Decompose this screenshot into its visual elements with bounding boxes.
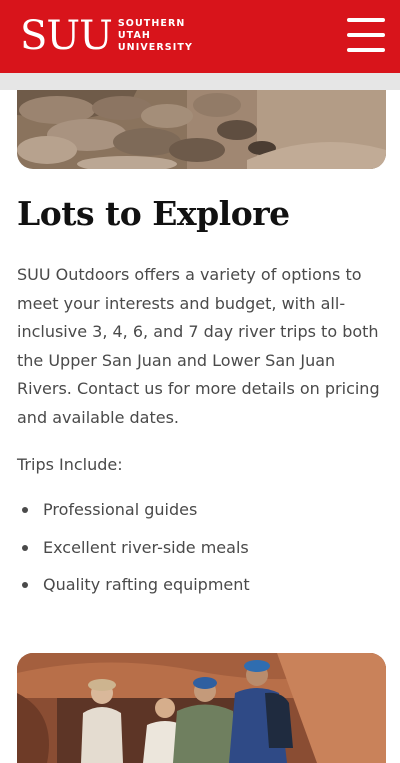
list-item-text: Excellent river-side meals bbox=[43, 537, 249, 557]
bullet-icon bbox=[22, 507, 28, 513]
intro-paragraph: SUU Outdoors offers a variety of options… bbox=[17, 265, 380, 427]
logo-line-utah: UTAH bbox=[117, 30, 151, 41]
list-item-text: Quality rafting equipment bbox=[43, 575, 250, 594]
bullet-icon bbox=[22, 544, 28, 551]
logo-wordmark: SOUTHERN UTAH UNIVERSITY bbox=[118, 18, 193, 54]
logo-line-southern: SOUTHERN bbox=[117, 18, 186, 29]
suu-logo[interactable]: SUU SOUTHERN UTAH UNIVERSITY bbox=[20, 14, 193, 58]
list-item-text: Professional guides bbox=[43, 500, 198, 519]
trips-include-list: Professional guides Excellent river-side… bbox=[17, 496, 250, 609]
menu-bar-middle bbox=[347, 33, 385, 37]
trips-include-label: Trips Include: bbox=[17, 455, 123, 474]
river-rocks-image bbox=[17, 90, 386, 169]
bullet-icon bbox=[22, 582, 28, 588]
hamburger-menu-icon[interactable] bbox=[347, 18, 385, 52]
list-item: Professional guides bbox=[17, 496, 250, 534]
menu-bar-top bbox=[347, 18, 385, 22]
site-header: SUU SOUTHERN UTAH UNIVERSITY bbox=[0, 0, 400, 73]
list-item: Quality rafting equipment bbox=[17, 571, 250, 609]
list-item: Excellent river-side meals bbox=[17, 534, 250, 572]
hikers-canyon-image bbox=[17, 653, 386, 763]
logo-line-university: UNIVERSITY bbox=[117, 42, 193, 53]
logo-mark: SUU bbox=[20, 13, 113, 59]
menu-bar-bottom bbox=[347, 48, 385, 52]
page-heading: Lots to Explore bbox=[17, 194, 290, 233]
header-subbar bbox=[0, 73, 400, 90]
